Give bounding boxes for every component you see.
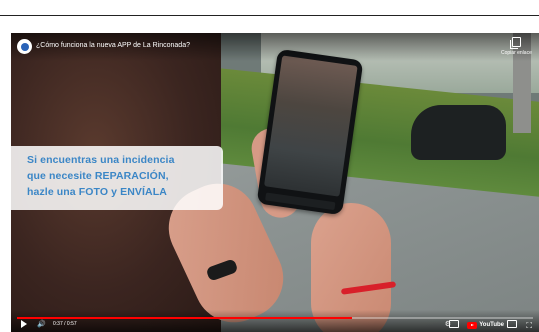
video-title-bar: ¿Cómo funciona la nueva APP de La Rincon… — [11, 33, 539, 61]
play-icon[interactable] — [21, 320, 27, 328]
video-player[interactable]: ¿Cómo funciona la nueva APP de La Rincon… — [11, 33, 539, 332]
channel-avatar[interactable] — [17, 39, 32, 54]
cast-icon[interactable] — [507, 320, 517, 328]
volume-icon[interactable]: 🔊 — [37, 321, 46, 329]
subtitles-icon[interactable] — [449, 320, 459, 328]
caption-line-1: Si encuentras una incidencia — [27, 154, 175, 166]
progress-fill — [17, 317, 353, 319]
youtube-logo[interactable]: YouTube — [467, 321, 504, 329]
copy-link-button[interactable]: Copiar enlace — [501, 37, 532, 56]
caption-overlay: Si encuentras una incidencia que necesit… — [11, 146, 223, 210]
caption-line-3: hazle una FOTO y ENVÍALA — [27, 186, 167, 198]
copy-link-label: Copiar enlace — [501, 50, 532, 56]
page-divider — [0, 15, 539, 16]
copy-link-icon — [509, 37, 521, 49]
time-display: 0:37 / 0:57 — [53, 321, 77, 327]
player-controls: 🔊 0:37 / 0:57 ⚙ YouTube ⛶ — [11, 310, 539, 332]
youtube-brand-text: YouTube — [479, 322, 504, 328]
video-title[interactable]: ¿Cómo funciona la nueva APP de La Rincon… — [36, 42, 190, 49]
progress-bar[interactable] — [17, 317, 533, 319]
caption-line-2: que necesite REPARACIÓN, — [27, 170, 169, 182]
fullscreen-icon[interactable]: ⛶ — [526, 322, 532, 330]
